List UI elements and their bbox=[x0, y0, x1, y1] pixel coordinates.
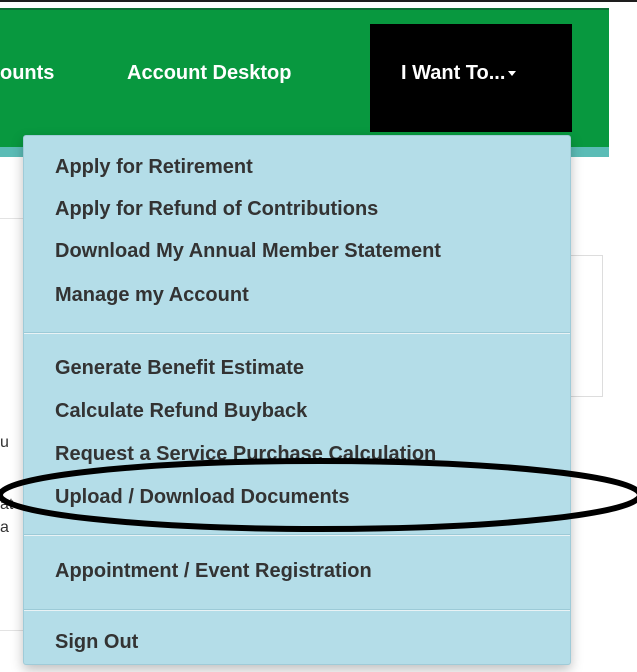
background-divider bbox=[0, 218, 23, 219]
menu-item-benefit-estimate[interactable]: Generate Benefit Estimate bbox=[55, 357, 304, 380]
i-want-to-dropdown-menu: Apply for Retirement Apply for Refund of… bbox=[23, 135, 571, 665]
background-text-1: u bbox=[0, 434, 9, 451]
menu-divider bbox=[24, 609, 570, 611]
menu-item-service-purchase[interactable]: Request a Service Purchase Calculation bbox=[55, 443, 436, 466]
menu-divider bbox=[24, 534, 570, 536]
window-top-border bbox=[0, 0, 637, 2]
nav-i-want-to-dropdown-toggle[interactable]: I Want To... bbox=[370, 24, 572, 132]
nav-account-desktop-link[interactable]: Account Desktop bbox=[127, 62, 291, 85]
background-divider-2 bbox=[0, 630, 23, 631]
menu-item-sign-out[interactable]: Sign Out bbox=[55, 631, 138, 654]
menu-item-apply-retirement[interactable]: Apply for Retirement bbox=[55, 156, 253, 179]
background-text-3: a bbox=[0, 519, 9, 536]
menu-item-appointment-registration[interactable]: Appointment / Event Registration bbox=[55, 560, 372, 583]
nav-i-want-to-label: I Want To... bbox=[401, 62, 506, 84]
background-text-2: at bbox=[0, 496, 14, 513]
caret-down-icon bbox=[508, 71, 517, 77]
navbar-top-line bbox=[0, 8, 609, 10]
menu-item-refund-buyback[interactable]: Calculate Refund Buyback bbox=[55, 400, 307, 423]
menu-item-apply-refund[interactable]: Apply for Refund of Contributions bbox=[55, 198, 378, 221]
menu-divider bbox=[24, 332, 570, 334]
nav-accounts-link[interactable]: ounts bbox=[0, 62, 54, 85]
menu-item-manage-account[interactable]: Manage my Account bbox=[55, 284, 249, 307]
menu-item-download-statement[interactable]: Download My Annual Member Statement bbox=[55, 240, 441, 263]
menu-item-upload-download-documents[interactable]: Upload / Download Documents bbox=[55, 486, 349, 509]
